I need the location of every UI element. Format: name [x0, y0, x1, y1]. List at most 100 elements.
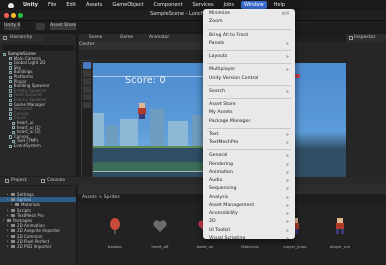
tab-console-label: Console [47, 178, 66, 183]
pivot-mode-dropdown[interactable]: Center [79, 42, 221, 47]
menu-item[interactable]: Audio [203, 177, 295, 186]
menu-jobs[interactable]: Jobs [224, 2, 234, 8]
transform-tool-icon[interactable] [83, 101, 91, 109]
asset-item[interactable]: heart_off [145, 211, 175, 251]
tab-scene[interactable]: Scene [81, 34, 102, 42]
folder-icon [11, 239, 15, 243]
menu-item[interactable]: Panels [203, 40, 295, 49]
menu-window[interactable]: Window [240, 1, 267, 9]
rotate-tool-icon[interactable] [83, 78, 91, 85]
menu-item[interactable]: Asset Management [203, 202, 295, 211]
scale-tool-icon[interactable] [83, 86, 91, 93]
menu-item[interactable]: My Assets [203, 109, 295, 117]
chevron-right-icon[interactable]: ▸ [7, 213, 10, 218]
menu-item[interactable]: Package Manager [203, 118, 295, 126]
menu-item[interactable]: Rendering [203, 161, 295, 170]
menu-item[interactable]: Analysis [203, 194, 295, 203]
close-window-icon[interactable] [4, 13, 9, 18]
tab-console[interactable]: Console [38, 177, 65, 185]
tab-game[interactable]: Game [112, 34, 133, 42]
heart-icon [295, 74, 300, 78]
menu-item[interactable]: Unity Version Control [203, 75, 295, 83]
project-tree-list: ▸ Settings ▸ Sprites ▸ Materials ▸ Scripts ▸ Text… [0, 186, 76, 249]
folder-icon [11, 234, 15, 238]
cube-icon [12, 121, 16, 125]
menu-item[interactable]: Accessibility [203, 210, 295, 219]
tab-project[interactable]: Project [2, 177, 27, 185]
menu-item[interactable]: General [203, 152, 295, 161]
player-sprite[interactable] [137, 103, 147, 119]
game-view[interactable]: Score: 0 [84, 63, 221, 178]
breadcrumb-sprites[interactable]: Sprites [104, 195, 120, 200]
menu-services[interactable]: Services [193, 2, 214, 8]
tab-inspector[interactable]: Inspector [346, 34, 386, 42]
menu-item[interactable]: Layouts [203, 53, 295, 62]
move-tool-icon[interactable] [83, 70, 91, 77]
menu-item[interactable]: Text [203, 131, 295, 140]
menu-item[interactable]: Visual Scripting [203, 235, 295, 244]
menu-component[interactable]: Component [154, 2, 183, 8]
tab-animator[interactable]: Animator [141, 34, 169, 42]
menu-assets[interactable]: Assets [86, 2, 102, 8]
cube-icon [9, 89, 13, 93]
hierarchy-row[interactable]: EventSystem [0, 142, 77, 149]
menu-item-label: My Assets [209, 110, 233, 116]
zoom-window-icon[interactable] [18, 13, 23, 18]
tab-hierarchy[interactable]: Hierarchy [0, 34, 44, 42]
folder-icon [15, 203, 19, 207]
menu-item[interactable]: Minimize ⌘M [203, 10, 295, 18]
menu-item[interactable]: Zoom [203, 18, 295, 26]
hand-tool-icon[interactable] [83, 62, 91, 69]
cube-icon [9, 66, 13, 70]
menu-item-label: Accessibility [209, 211, 238, 216]
building [168, 121, 188, 149]
rect-tool-icon[interactable] [83, 93, 91, 101]
folder-icon [7, 219, 11, 223]
unity-scene-icon [3, 52, 7, 56]
menu-gameobject[interactable]: GameObject [112, 2, 143, 8]
chevron-right-icon[interactable]: ▸ [3, 218, 6, 223]
menu-item-label: TextMeshPro [209, 140, 239, 145]
account-button[interactable]: Unity 6 [4, 23, 21, 30]
menu-item-label: 2D [209, 219, 216, 225]
menu-item[interactable]: Search [203, 88, 295, 97]
menu-item[interactable]: Multiplayer [203, 66, 295, 75]
menu-item[interactable]: TextMeshPro [203, 139, 295, 148]
asset-item[interactable]: balloon [100, 211, 130, 251]
chevron-right-icon[interactable]: ▸ [7, 244, 10, 249]
minimize-window-icon[interactable] [11, 13, 16, 18]
project-tree-item[interactable]: ▸ 2D PSD Importer [0, 244, 76, 249]
menu-item[interactable]: Animation [203, 169, 295, 178]
menu-item-label: Animation [209, 169, 233, 175]
tab-project-label: Project [11, 178, 27, 183]
building [120, 119, 138, 149]
breadcrumb-assets[interactable]: Assets [82, 195, 97, 200]
menu-item-label: Asset Management [209, 202, 255, 208]
menu-edit[interactable]: Edit [66, 2, 76, 8]
breadcrumb: Assets > Sprites [82, 195, 120, 200]
menu-item[interactable]: UI Toolkit [203, 227, 295, 236]
menu-item[interactable]: Sequencing [203, 185, 295, 194]
menu-item-label: Rendering [209, 161, 233, 167]
cube-icon [9, 112, 13, 116]
menu-item[interactable]: Bring All to Front [203, 32, 295, 40]
apple-icon[interactable] [8, 2, 14, 8]
folder-icon [11, 244, 15, 248]
breadcrumb-separator: > [98, 195, 103, 200]
menu-item[interactable]: Asset Store [203, 101, 295, 109]
menu-file[interactable]: File [48, 2, 56, 8]
cloud-icon[interactable] [36, 23, 45, 30]
menu-item[interactable]: 2D [203, 218, 295, 227]
menu-unity[interactable]: Unity [23, 2, 38, 8]
asset-store-button[interactable]: Asset Store [50, 23, 77, 30]
ground-tiles [84, 162, 221, 172]
chevron-right-icon[interactable]: ▸ [11, 202, 14, 207]
menu-separator [207, 50, 291, 51]
hierarchy-row-label: EventSystem [13, 142, 41, 148]
menu-separator [207, 28, 291, 30]
asset-item-label: Materials [241, 244, 259, 249]
chevron-right-icon[interactable]: ▸ [7, 197, 10, 202]
building [150, 109, 164, 149]
asset-item[interactable]: player_run [325, 211, 355, 251]
menu-help[interactable]: Help [274, 2, 285, 8]
